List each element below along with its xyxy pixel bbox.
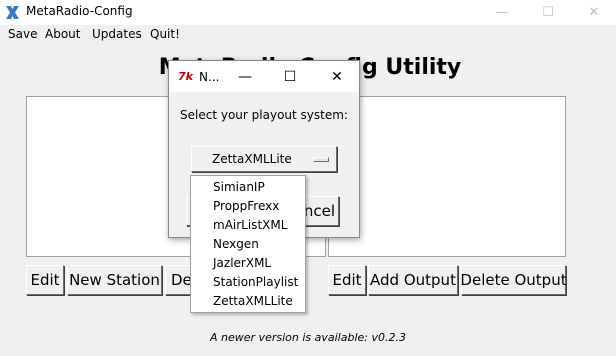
minimize-icon[interactable]: — bbox=[482, 0, 522, 25]
dialog-close-icon[interactable]: ✕ bbox=[318, 61, 356, 92]
menu-about[interactable]: About bbox=[45, 27, 80, 41]
add-output-button[interactable]: Add Output bbox=[368, 265, 458, 295]
playout-dropdown: SimianIP ProppFrexx mAirListXML Nexgen J… bbox=[190, 175, 306, 313]
cancel-button[interactable]: ncel bbox=[302, 196, 339, 226]
option-nexgen[interactable]: Nexgen bbox=[213, 237, 259, 251]
playout-select[interactable]: ZettaXMLLite bbox=[191, 146, 337, 172]
option-mairlistxml[interactable]: mAirListXML bbox=[213, 218, 287, 232]
option-menu-indicator-icon bbox=[313, 157, 329, 162]
update-status: A newer version is available: v0.2.3 bbox=[210, 331, 406, 344]
option-jazlerxml[interactable]: JazlerXML bbox=[213, 256, 271, 270]
option-zettaxmllite[interactable]: ZettaXMLLite bbox=[213, 294, 293, 308]
option-simianip[interactable]: SimianIP bbox=[213, 180, 265, 194]
dialog-title: N... bbox=[199, 70, 220, 84]
menu-save[interactable]: Save bbox=[8, 27, 37, 41]
outputs-listbox[interactable] bbox=[328, 96, 566, 257]
menu-quit[interactable]: Quit! bbox=[150, 27, 180, 41]
app-icon bbox=[5, 5, 20, 20]
option-proppfrexx[interactable]: ProppFrexx bbox=[213, 199, 279, 213]
option-stationplaylist[interactable]: StationPlaylist bbox=[213, 275, 298, 289]
new-station-button[interactable]: New Station bbox=[67, 265, 162, 295]
dialog-prompt: Select your playout system: bbox=[180, 108, 348, 122]
edit-station-button[interactable]: Edit bbox=[26, 265, 64, 295]
window-title: MetaRadio-Config bbox=[26, 4, 133, 18]
playout-select-value: ZettaXMLLite bbox=[212, 152, 292, 166]
delete-output-button[interactable]: Delete Output bbox=[460, 265, 567, 295]
edit-output-button[interactable]: Edit bbox=[328, 265, 366, 295]
dialog-minimize-icon[interactable]: — bbox=[226, 61, 264, 92]
dialog-maximize-icon[interactable]: ☐ bbox=[271, 61, 309, 92]
tk-icon: 7k bbox=[178, 70, 193, 83]
maximize-icon[interactable]: ☐ bbox=[528, 0, 568, 25]
close-icon[interactable]: ✕ bbox=[574, 0, 614, 25]
menu-updates[interactable]: Updates bbox=[92, 27, 142, 41]
delete-station-button[interactable]: De bbox=[165, 265, 192, 295]
